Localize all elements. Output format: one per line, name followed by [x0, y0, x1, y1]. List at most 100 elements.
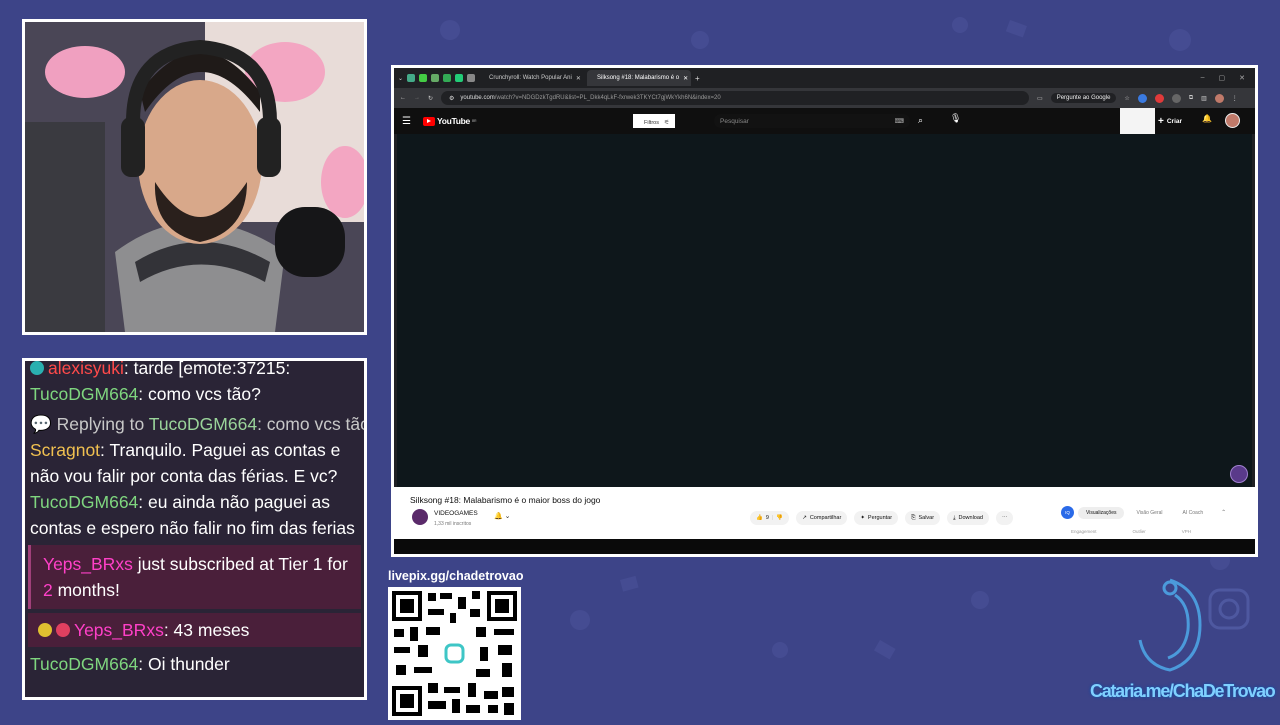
account-avatar[interactable]	[1225, 113, 1240, 128]
youtube-region: BR	[471, 119, 477, 123]
chat-message: TucoDGM664: eu ainda não paguei as conta…	[25, 489, 364, 541]
tab-crunchyroll[interactable]: Crunchyroll: Watch Popular Ani ✕	[479, 70, 583, 86]
extension-icon[interactable]	[1154, 93, 1164, 103]
heart-icon	[56, 623, 70, 637]
filters-button[interactable]: Filtros ⚟	[633, 114, 675, 128]
video-actions: 👍 9 | 👎 ↗ Compartilhar ✦ Perguntar ⎘ Salvar ⤓ D…	[750, 511, 1014, 525]
window-controls: – ▢ ✕	[1201, 74, 1255, 82]
sidebar-icon[interactable]: ▥	[1201, 95, 1207, 102]
microphone-icon[interactable]: 🎙	[950, 113, 961, 124]
chat-username: TucoDGM664	[30, 492, 139, 512]
chat-message: alexisyuki: tarde [emote:37215:	[25, 358, 364, 381]
chat-text: : 43 meses	[163, 620, 250, 640]
divider: |	[771, 515, 774, 521]
badge-icon	[30, 361, 44, 375]
tab-title: Crunchyroll: Watch Popular Ani	[489, 75, 572, 81]
search-input[interactable]: Pesquisar ⌨	[714, 114, 910, 128]
close-icon[interactable]: ✕	[683, 75, 688, 82]
reload-icon[interactable]: ↻	[428, 95, 433, 102]
keyboard-icon[interactable]: ⌨	[895, 117, 904, 125]
video-info-panel: Silksong #18: Malabarismo é o maior boss…	[394, 487, 1255, 539]
back-icon[interactable]: ←	[400, 95, 406, 101]
chat-reply-indicator: 💬 Replying to TucoDGM664: como vcs tão?	[25, 411, 364, 437]
video-player[interactable]	[397, 134, 1252, 487]
subscription-bell-icon[interactable]: 🔔 ⌄	[494, 512, 511, 520]
vidiq-tab-views[interactable]: Visualizações	[1078, 506, 1125, 519]
cast-icon[interactable]: ▭	[1037, 95, 1043, 102]
extension-icon[interactable]	[1137, 93, 1147, 103]
ask-button[interactable]: ✦ Perguntar	[854, 511, 899, 525]
save-label: Salvar	[918, 515, 935, 521]
channel-watermark-icon[interactable]	[1230, 465, 1248, 483]
pinned-tab-icon[interactable]	[407, 74, 416, 82]
vidiq-label: VPH	[1181, 529, 1192, 534]
menu-kebab-icon[interactable]: ⋮	[1232, 95, 1238, 102]
pinned-tab-icon[interactable]	[455, 74, 464, 82]
subscription-alert: Yeps_BRxs just subscribed at Tier 1 for …	[28, 545, 361, 609]
like-count: 9	[765, 515, 769, 521]
channel-subscribers: 1,33 mil inscritos	[434, 521, 472, 527]
minimize-icon[interactable]: –	[1201, 74, 1205, 82]
chat-username: TucoDGM664	[30, 654, 139, 674]
channel-name[interactable]: VIDEOGAMES	[434, 510, 478, 517]
create-button[interactable]: + Criar	[1158, 114, 1182, 128]
forward-icon[interactable]: →	[414, 95, 420, 101]
notifications-bell-icon[interactable]: 🔔	[1202, 114, 1212, 123]
download-label: Download	[958, 515, 983, 521]
tab-menu-icon[interactable]: ⌄	[398, 75, 403, 82]
vidiq-metric-labels: Engagement Outlier VPH	[1071, 529, 1191, 534]
sub-months: 2	[43, 580, 53, 600]
chat-text: : como vcs tão?	[138, 384, 261, 404]
search-icon[interactable]: ⌕	[918, 115, 923, 126]
pinned-tab-icon[interactable]	[419, 74, 428, 82]
share-button[interactable]: ↗ Compartilhar	[796, 511, 848, 525]
extensions-puzzle-icon[interactable]: ⧉	[1189, 95, 1193, 102]
share-label: Compartilhar	[809, 515, 842, 521]
more-options-button[interactable]: ⋯	[995, 511, 1014, 525]
thumbs-up-icon: 👍	[756, 515, 763, 521]
collapse-icon[interactable]: ⌃	[1221, 509, 1226, 516]
chat-message: Yeps_BRxs: 43 meses	[28, 613, 361, 647]
qr-code	[388, 587, 521, 720]
ask-google-button[interactable]: Pergunte ao Google	[1050, 93, 1117, 103]
download-icon: ⤓	[953, 514, 956, 521]
youtube-logo[interactable]: YouTube BR	[422, 116, 477, 126]
maximize-icon[interactable]: ▢	[1219, 74, 1226, 82]
pinned-tab-icon[interactable]	[443, 74, 452, 82]
vidiq-icon[interactable]: IQ	[1061, 506, 1074, 519]
download-button[interactable]: ⤓ Download	[947, 511, 989, 525]
channel-avatar[interactable]	[412, 509, 428, 525]
url-field[interactable]: ⚙ youtube.com/watch?v=NDGDzkTgdRU&list=P…	[441, 91, 1030, 105]
qr-code-image	[388, 587, 521, 720]
vidiq-tab-ai-coach[interactable]: AI Coach	[1175, 507, 1212, 519]
chat-message: TucoDGM664: como vcs tão?	[25, 381, 364, 407]
vidiq-label: Engagement	[1071, 529, 1097, 534]
chat-username: TucoDGM664	[30, 384, 139, 404]
close-icon[interactable]: ✕	[576, 75, 581, 82]
reply-prefix: Replying to	[56, 414, 149, 434]
save-button[interactable]: ⎘ Salvar	[905, 511, 941, 525]
bookmark-star-icon[interactable]: ☆	[1124, 95, 1129, 102]
tab-bar: ⌄ Crunchyroll: Watch Popular Ani ✕ Silks…	[394, 68, 1255, 88]
like-button[interactable]: 👍 9 | 👎	[750, 511, 790, 525]
sub-tail: months!	[52, 580, 120, 600]
owl-logo-icon	[1138, 578, 1250, 672]
site-info-icon[interactable]: ⚙	[449, 95, 454, 102]
chat-message: TucoDGM664: Oi thunder	[25, 651, 364, 677]
vidiq-tab-overview[interactable]: Visão Geral	[1128, 507, 1170, 519]
pinned-tab-icon[interactable]	[467, 74, 476, 82]
close-window-icon[interactable]: ✕	[1239, 74, 1245, 82]
thumbs-down-icon[interactable]: 👎	[776, 515, 783, 521]
youtube-play-icon	[422, 116, 435, 126]
extension-icon[interactable]	[1171, 93, 1181, 103]
hamburger-menu-icon[interactable]: ☰	[402, 116, 411, 127]
tab-youtube[interactable]: Silksong #18: Malabarismo é o ✕	[587, 70, 692, 86]
search-placeholder: Pesquisar	[720, 117, 749, 125]
livepix-label: livepix.gg/chadetrovao	[386, 569, 523, 587]
pinned-tab-icon[interactable]	[431, 74, 440, 82]
plus-icon: +	[1158, 115, 1164, 127]
profile-avatar[interactable]	[1214, 93, 1224, 103]
new-tab-icon[interactable]: +	[695, 74, 700, 83]
chat-username: alexisyuki	[48, 358, 124, 378]
share-icon: ↗	[802, 515, 807, 521]
